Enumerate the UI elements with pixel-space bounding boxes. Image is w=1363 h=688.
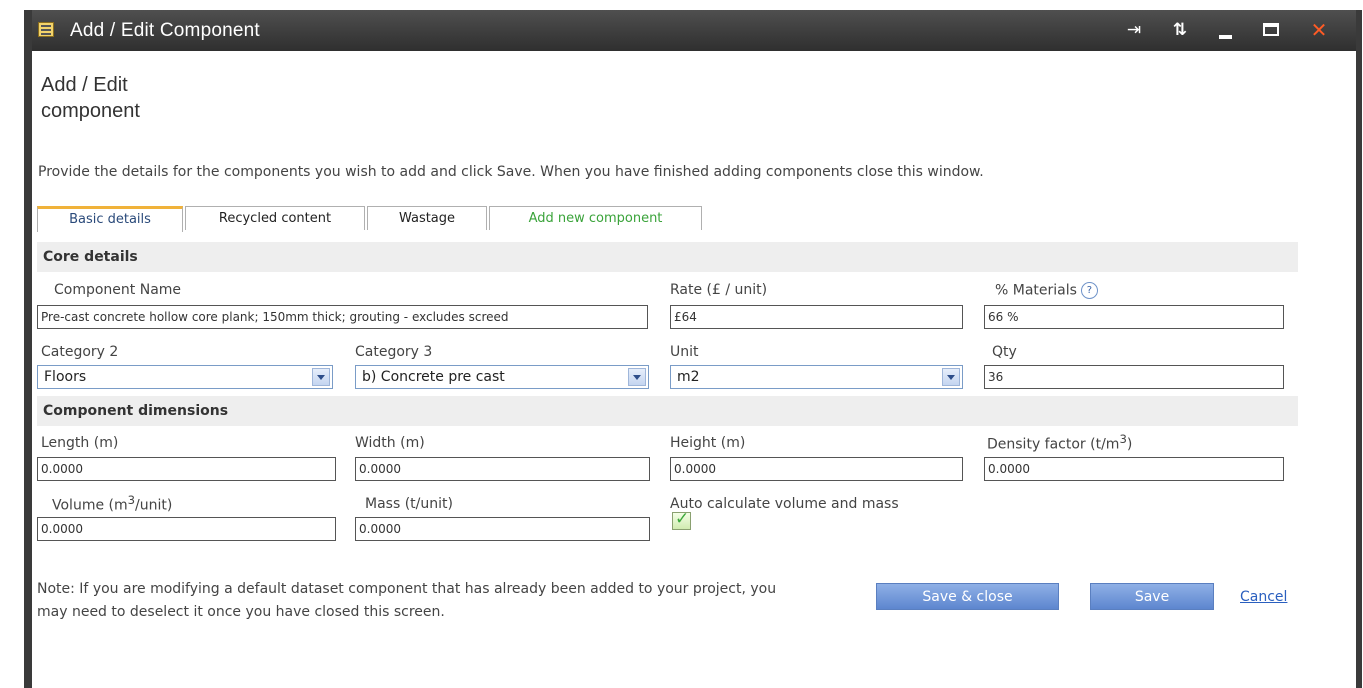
auto-calc-label: Auto calculate volume and mass [670,496,899,512]
volume-label-sup: 3 [127,493,136,507]
height-field[interactable]: 0.0000 [670,457,963,481]
page-title: Add / Edit component [41,74,140,122]
qty-field[interactable]: 36 [984,365,1284,389]
save-close-button[interactable]: Save & close [876,583,1059,610]
maximize-icon[interactable] [1260,18,1284,42]
height-label: Height (m) [670,435,746,451]
tab-recycled-content[interactable]: Recycled content [185,206,365,230]
unit-select[interactable]: m2 [670,365,963,389]
density-label: Density factor (t/m3) [987,432,1132,453]
volume-field[interactable]: 0.0000 [37,517,336,541]
chevron-down-icon[interactable] [628,368,646,386]
rate-label: Rate (£ / unit) [670,282,768,298]
materials-field[interactable]: 66 % [984,305,1284,329]
chevron-down-icon[interactable] [312,368,330,386]
refresh-icon[interactable]: ⇅ [1168,18,1192,42]
component-name-label: Component Name [54,282,182,298]
save-button[interactable]: Save [1090,583,1214,610]
cancel-link[interactable]: Cancel [1240,589,1287,605]
category2-value: Floors [44,369,87,385]
auto-calc-checkbox[interactable] [672,509,691,530]
density-field[interactable]: 0.0000 [984,457,1284,481]
volume-label: Volume (m3/unit) [52,493,172,514]
unit-label: Unit [670,344,699,360]
category3-label: Category 3 [355,344,433,360]
qty-label: Qty [992,344,1017,360]
tab-basic-details[interactable]: Basic details [37,206,183,232]
length-field[interactable]: 0.0000 [37,457,336,481]
tab-wastage[interactable]: Wastage [367,206,487,230]
component-name-field[interactable]: Pre-cast concrete hollow core plank; 150… [37,305,648,329]
volume-label-suffix: /unit) [135,497,173,514]
chevron-down-icon[interactable] [942,368,960,386]
materials-label-text: % Materials [995,282,1077,299]
density-label-suffix: ) [1126,436,1133,453]
density-label-prefix: Density factor (t/m [987,436,1120,453]
category2-select[interactable]: Floors [37,365,333,389]
core-details-header: Core details [37,242,1298,272]
form-icon [38,22,54,37]
component-dimensions-header: Component dimensions [37,396,1298,426]
length-label: Length (m) [41,435,119,451]
category2-label: Category 2 [41,344,119,360]
density-label-sup: 3 [1119,432,1127,446]
mass-label: Mass (t/unit) [365,496,453,512]
unit-value: m2 [677,369,700,385]
mass-field[interactable]: 0.0000 [355,517,650,541]
intro-text: Provide the details for the components y… [38,164,984,180]
close-icon[interactable]: ✕ [1307,18,1331,42]
volume-label-prefix: Volume (m [52,497,128,514]
window-title: Add / Edit Component [70,20,260,41]
title-bar[interactable]: Add / Edit Component ⇥ ⇅ ✕ [32,10,1356,51]
minimize-icon[interactable] [1213,18,1237,42]
width-label: Width (m) [355,435,425,451]
pin-icon[interactable]: ⇥ [1122,18,1146,42]
width-field[interactable]: 0.0000 [355,457,650,481]
tab-add-new-component[interactable]: Add new component [489,206,702,230]
category3-value: b) Concrete pre cast [362,369,505,385]
rate-field[interactable]: £64 [670,305,963,329]
materials-label: % Materials? [995,282,1098,299]
help-icon[interactable]: ? [1080,282,1098,299]
category3-select[interactable]: b) Concrete pre cast [355,365,649,389]
note-text: Note: If you are modifying a default dat… [37,581,777,620]
